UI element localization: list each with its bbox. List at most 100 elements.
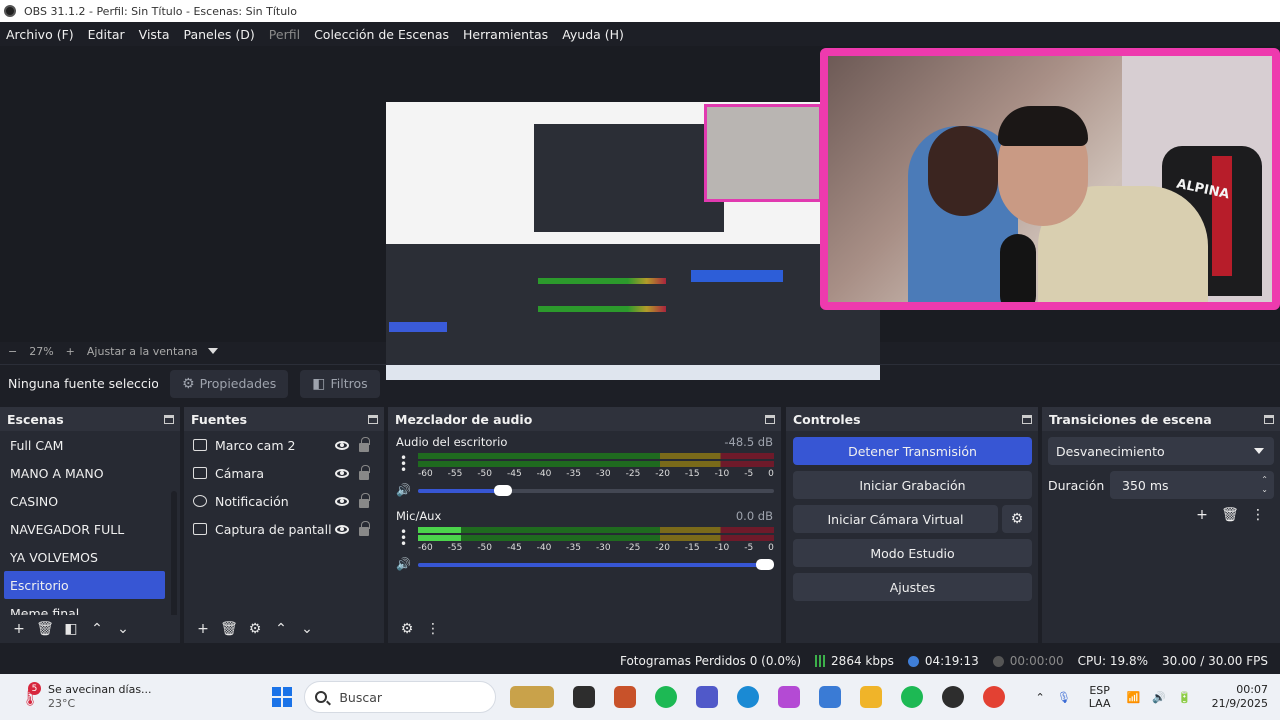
- more-options-icon[interactable]: • • •: [400, 526, 407, 550]
- properties-button[interactable]: ⚙ Propiedades: [170, 369, 289, 398]
- chevron-up-icon[interactable]: ⌃: [84, 621, 110, 637]
- task-view-icon[interactable]: [572, 686, 595, 708]
- sources-header: Fuentes: [184, 407, 384, 431]
- menu-archivo[interactable]: Archivo (F): [6, 27, 74, 42]
- gear-icon: ⚙: [182, 375, 195, 392]
- undock-icon[interactable]: [368, 414, 378, 424]
- filter-icon[interactable]: ◧: [58, 621, 84, 637]
- undock-icon[interactable]: [1264, 414, 1274, 424]
- zoom-fit-select[interactable]: Ajustar a la ventana: [87, 345, 198, 358]
- chevron-down-icon[interactable]: ⌄: [110, 621, 136, 637]
- teams-icon[interactable]: [695, 686, 718, 708]
- start-recording-button[interactable]: Iniciar Grabación: [793, 471, 1032, 499]
- eye-icon[interactable]: [335, 496, 349, 506]
- undock-icon[interactable]: [164, 414, 174, 424]
- source-item[interactable]: Captura de pantalla: [184, 515, 384, 543]
- scene-item[interactable]: NAVEGADOR FULL: [0, 515, 165, 543]
- language-bottom: LAA: [1088, 697, 1111, 710]
- gear-icon[interactable]: ⚙: [1002, 505, 1032, 533]
- chrome-icon[interactable]: [982, 686, 1005, 708]
- menu-editar[interactable]: Editar: [88, 27, 125, 42]
- volume-slider[interactable]: [418, 485, 774, 496]
- menu-ayuda[interactable]: Ayuda (H): [562, 27, 624, 42]
- volume-icon[interactable]: 🔊: [1152, 691, 1166, 704]
- stop-stream-button[interactable]: Detener Transmisión: [793, 437, 1032, 465]
- source-item[interactable]: Marco cam 2: [184, 431, 384, 459]
- spin-arrows-icon[interactable]: ⌃ ⌄: [1261, 475, 1268, 495]
- store-icon[interactable]: [818, 686, 841, 708]
- settings-button[interactable]: Ajustes: [793, 573, 1032, 601]
- advanced-audio-icon[interactable]: ⚙: [394, 621, 420, 637]
- lock-icon[interactable]: [359, 492, 370, 508]
- chevron-up-icon[interactable]: ⌃: [1036, 691, 1045, 704]
- lock-icon[interactable]: [359, 464, 370, 480]
- eye-icon[interactable]: [335, 440, 349, 450]
- spotify-icon[interactable]: [654, 686, 677, 708]
- chevron-down-icon[interactable]: ⌄: [294, 621, 320, 637]
- copilot-icon[interactable]: [777, 686, 800, 708]
- chevron-up-icon[interactable]: ⌃: [268, 621, 294, 637]
- scene-item[interactable]: Full CAM: [0, 431, 165, 459]
- menu-perfil[interactable]: Perfil: [269, 27, 300, 42]
- zoom-in-button[interactable]: +: [66, 345, 75, 358]
- menu-herramientas[interactable]: Herramientas: [463, 27, 548, 42]
- clock[interactable]: 00:07 21/9/2025: [1212, 683, 1268, 711]
- eye-icon[interactable]: [335, 524, 349, 534]
- transition-select[interactable]: Desvanecimiento: [1048, 437, 1274, 465]
- undock-icon[interactable]: [765, 414, 775, 424]
- more-options-icon[interactable]: ⋮: [420, 621, 446, 637]
- trash-icon[interactable]: 🗑: [1216, 507, 1244, 523]
- scene-item[interactable]: YA VOLVEMOS: [0, 543, 165, 571]
- weather-widget[interactable]: 🌡 5 Se avecinan días... 23°C: [0, 682, 256, 711]
- menu-vista[interactable]: Vista: [139, 27, 170, 42]
- preview-canvas[interactable]: [386, 102, 880, 380]
- camera-icon: [193, 467, 207, 479]
- lock-icon[interactable]: [359, 436, 370, 452]
- volume-slider[interactable]: [418, 559, 774, 570]
- speaker-icon[interactable]: 🔊: [396, 557, 411, 571]
- scene-item[interactable]: MANO A MANO: [0, 459, 165, 487]
- trash-icon[interactable]: 🗑: [216, 621, 242, 637]
- menu-bar: Archivo (F) Editar Vista Paneles (D) Per…: [0, 22, 1280, 46]
- trash-icon[interactable]: 🗑: [32, 621, 58, 637]
- battery-icon[interactable]: 🔋: [1178, 691, 1192, 704]
- widgets-icon[interactable]: [509, 686, 554, 708]
- preview-area[interactable]: ALPINA: [0, 46, 1280, 380]
- lock-icon[interactable]: [359, 520, 370, 536]
- language-indicator[interactable]: ESP LAA: [1089, 684, 1111, 710]
- source-item[interactable]: Notificación: [184, 487, 384, 515]
- wifi-icon[interactable]: 📶: [1126, 691, 1140, 704]
- more-options-icon[interactable]: • • •: [400, 452, 407, 476]
- add-icon[interactable]: +: [6, 621, 32, 637]
- slider-handle[interactable]: [494, 485, 513, 496]
- chevron-down-icon[interactable]: [207, 348, 218, 354]
- scene-item-selected[interactable]: Escritorio: [4, 571, 165, 599]
- add-icon[interactable]: +: [1188, 507, 1216, 523]
- slider-handle[interactable]: [756, 559, 774, 570]
- app-icon[interactable]: [613, 686, 636, 708]
- edge-icon[interactable]: [736, 686, 759, 708]
- menu-coleccion-escenas[interactable]: Colección de Escenas: [314, 27, 449, 42]
- scene-item[interactable]: Meme final: [0, 599, 165, 616]
- zoom-out-button[interactable]: −: [8, 345, 17, 358]
- scenes-scrollbar[interactable]: [171, 491, 177, 615]
- obs-icon[interactable]: [941, 686, 964, 708]
- undock-icon[interactable]: [1022, 414, 1032, 424]
- speaker-icon[interactable]: 🔊: [396, 483, 411, 497]
- more-options-icon[interactable]: ⋮: [1244, 507, 1272, 523]
- studio-mode-button[interactable]: Modo Estudio: [793, 539, 1032, 567]
- spotify-icon[interactable]: [900, 686, 923, 708]
- menu-paneles[interactable]: Paneles (D): [184, 27, 255, 42]
- folder-icon[interactable]: [859, 686, 882, 708]
- filters-button[interactable]: ◧ Filtros: [300, 369, 380, 398]
- microphone-icon[interactable]: 🎙: [1057, 691, 1071, 704]
- scene-item[interactable]: CASINO: [0, 487, 165, 515]
- source-item[interactable]: Cámara: [184, 459, 384, 487]
- start-virtual-camera-button[interactable]: Iniciar Cámara Virtual: [793, 505, 998, 533]
- windows-start-icon[interactable]: [272, 687, 293, 707]
- taskbar-search[interactable]: Buscar: [304, 681, 496, 713]
- duration-input[interactable]: 350 ms ⌃ ⌄: [1110, 471, 1274, 499]
- add-icon[interactable]: +: [190, 621, 216, 637]
- eye-icon[interactable]: [335, 468, 349, 478]
- gear-icon[interactable]: ⚙: [242, 621, 268, 637]
